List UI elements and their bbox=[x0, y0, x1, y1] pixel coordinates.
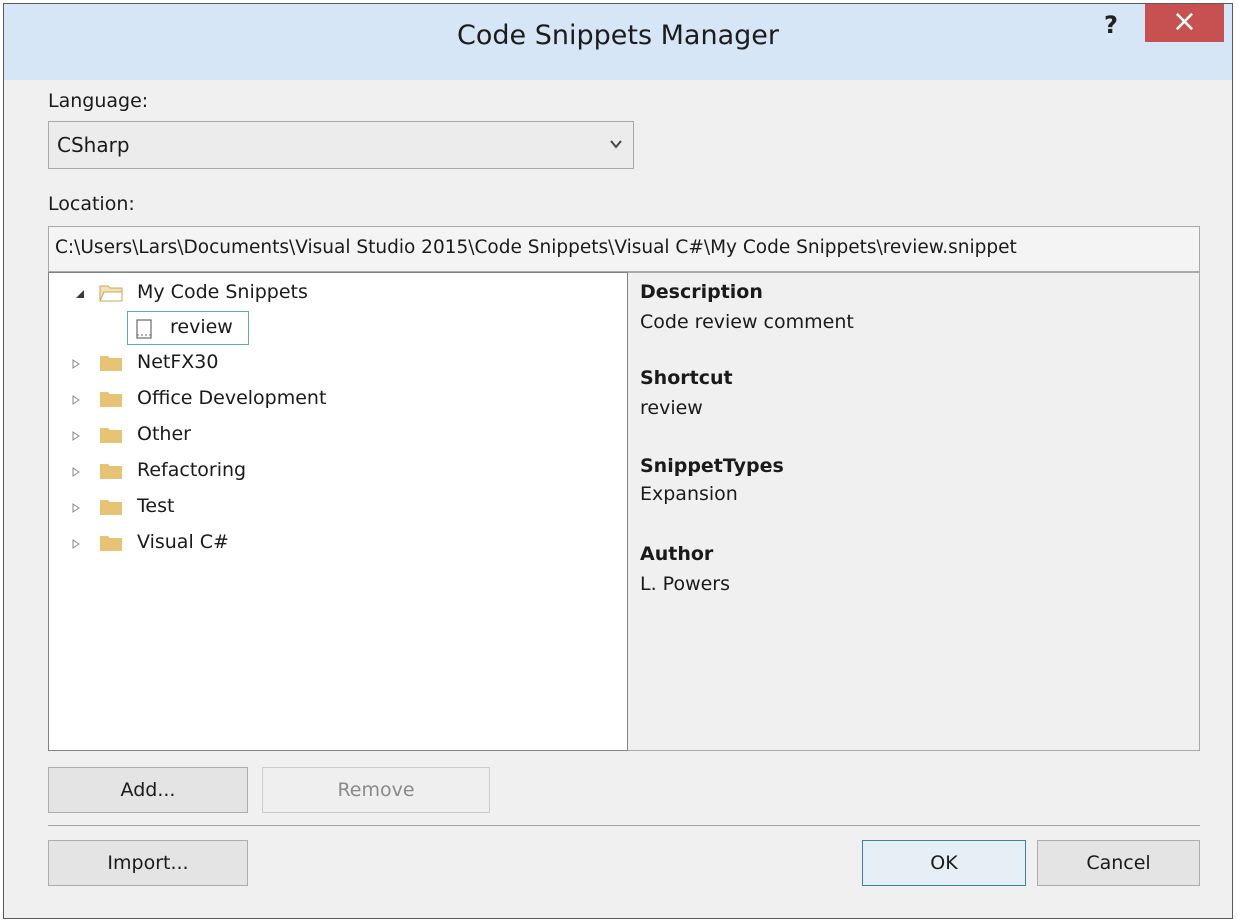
author-heading: Author bbox=[640, 543, 714, 565]
description-heading: Description bbox=[640, 281, 763, 303]
ok-button[interactable]: OK bbox=[862, 840, 1026, 886]
tree-item-other[interactable]: Other bbox=[49, 419, 627, 453]
language-dropdown[interactable]: CSharp bbox=[48, 121, 634, 169]
shortcut-value: review bbox=[640, 397, 703, 419]
triangle-down-right-icon[interactable] bbox=[75, 289, 85, 299]
tree-item-label: Refactoring bbox=[137, 459, 247, 481]
language-label: Language: bbox=[48, 90, 149, 112]
triangle-right-outline-icon[interactable] bbox=[71, 539, 81, 549]
tree-item-label: Office Development bbox=[137, 387, 327, 409]
tree-item-label: Test bbox=[137, 495, 175, 517]
button-separator bbox=[48, 825, 1200, 826]
folder-icon bbox=[100, 464, 122, 479]
shortcut-heading: Shortcut bbox=[640, 367, 733, 389]
code-snippets-manager-dialog: Code Snippets Manager ? × Language: CSha… bbox=[3, 3, 1233, 919]
tree-item-label: Visual C# bbox=[137, 531, 229, 553]
snippet-file-icon bbox=[136, 319, 152, 339]
import-button[interactable]: Import... bbox=[48, 840, 248, 886]
tree-item-label: Other bbox=[137, 423, 191, 445]
tree-item-office-development[interactable]: Office Development bbox=[49, 383, 627, 417]
dialog-title: Code Snippets Manager bbox=[457, 20, 779, 51]
triangle-right-outline-icon[interactable] bbox=[71, 503, 81, 513]
language-selected-value: CSharp bbox=[57, 133, 130, 157]
close-button[interactable]: × bbox=[1145, 4, 1224, 42]
tree-item-review[interactable]: review bbox=[127, 311, 249, 345]
chevron-down-icon bbox=[610, 140, 622, 149]
tree-item-visual-csharp[interactable]: Visual C# bbox=[49, 527, 627, 561]
triangle-right-outline-icon[interactable] bbox=[71, 431, 81, 441]
tree-item-refactoring[interactable]: Refactoring bbox=[49, 455, 627, 489]
help-button[interactable]: ? bbox=[1096, 12, 1126, 42]
location-label: Location: bbox=[48, 193, 135, 215]
snippet-details-panel: Description Code review comment Shortcut… bbox=[628, 272, 1200, 751]
tree-item-label: NetFX30 bbox=[137, 351, 219, 373]
folder-icon bbox=[100, 428, 122, 443]
snippet-types-heading: SnippetTypes bbox=[640, 455, 784, 477]
folder-icon bbox=[100, 500, 122, 515]
add-button[interactable]: Add... bbox=[48, 767, 248, 813]
folder-icon bbox=[100, 536, 122, 551]
snippet-types-value: Expansion bbox=[640, 483, 738, 505]
location-path-field[interactable]: C:\Users\Lars\Documents\Visual Studio 20… bbox=[48, 226, 1200, 272]
folder-icon bbox=[100, 356, 122, 371]
triangle-right-outline-icon[interactable] bbox=[71, 467, 81, 477]
folder-icon bbox=[100, 392, 122, 407]
title-bar: Code Snippets Manager ? × bbox=[4, 4, 1232, 80]
triangle-right-outline-icon[interactable] bbox=[71, 359, 81, 369]
snippet-tree[interactable]: My Code Snippets review NetFX30 Office D… bbox=[48, 272, 628, 751]
tree-item-netfx30[interactable]: NetFX30 bbox=[49, 347, 627, 381]
description-value: Code review comment bbox=[640, 311, 854, 333]
tree-item-my-code-snippets[interactable]: My Code Snippets bbox=[49, 277, 627, 311]
triangle-right-outline-icon[interactable] bbox=[71, 395, 81, 405]
tree-item-label: My Code Snippets bbox=[137, 281, 308, 303]
location-path-text: C:\Users\Lars\Documents\Visual Studio 20… bbox=[55, 237, 1017, 258]
tree-item-label: review bbox=[170, 316, 233, 338]
folder-open-icon bbox=[99, 285, 123, 302]
cancel-button[interactable]: Cancel bbox=[1037, 840, 1200, 886]
tree-item-test[interactable]: Test bbox=[49, 491, 627, 525]
remove-button[interactable]: Remove bbox=[262, 767, 490, 813]
author-value: L. Powers bbox=[640, 573, 731, 595]
